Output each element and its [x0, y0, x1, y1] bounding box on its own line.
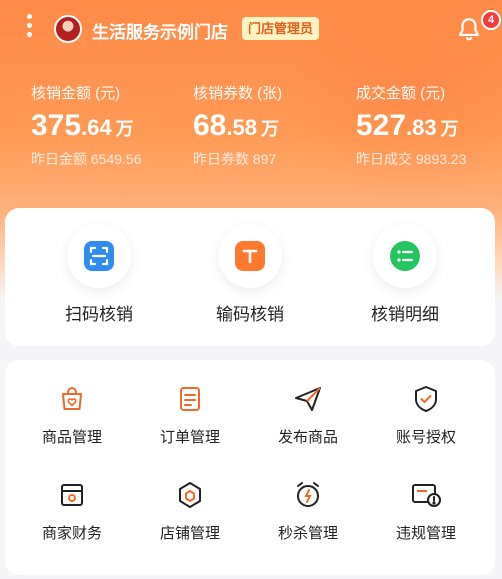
more-menu-icon[interactable]: [24, 14, 34, 44]
store-name[interactable]: 生活服务示例门店: [92, 18, 228, 43]
violation-card-icon: [409, 478, 443, 512]
stat-sub: 昨日成交 9893.23: [356, 151, 467, 167]
top-bar: 生活服务示例门店 门店管理员 4: [0, 10, 502, 48]
grid-item-violation-manage[interactable]: 违规管理: [365, 478, 487, 543]
grid-item-order-manage[interactable]: 订单管理: [129, 382, 251, 447]
grid-item-flash-sale[interactable]: 秒杀管理: [247, 478, 369, 543]
stat-sub: 昨日金额 6549.56: [31, 151, 142, 167]
grid-item-merchant-finance[interactable]: 商家财务: [11, 478, 133, 543]
stats-panel: 核销金额 (元) 375.64 万 昨日金额 6549.56 核销券数 (张) 6…: [0, 82, 502, 182]
grid-label: 秒杀管理: [277, 525, 338, 542]
alarm-clock-icon: [291, 478, 325, 512]
grid-label: 违规管理: [395, 525, 456, 542]
code-verify-button[interactable]: 输码核销: [190, 224, 310, 325]
stat-deal-amount[interactable]: 成交金额 (元) 527.83 万 昨日成交 9893.23: [356, 82, 467, 169]
quick-actions-card: 扫码核销 输码核销 核销明细: [5, 208, 495, 346]
code-verify-label: 输码核销: [216, 305, 284, 324]
keyboard-t-icon: [218, 224, 282, 288]
stat-verified-amount[interactable]: 核销金额 (元) 375.64 万 昨日金额 6549.56: [31, 82, 142, 169]
grid-label: 商品管理: [41, 429, 102, 446]
grid-item-publish-product[interactable]: 发布商品: [247, 382, 369, 447]
stat-label: 成交金额 (元): [356, 85, 446, 102]
grid-item-account-auth[interactable]: 账号授权: [365, 382, 487, 447]
notification-badge: 4: [481, 10, 501, 30]
stat-value: 527.83 万: [356, 109, 459, 142]
avatar[interactable]: [54, 15, 82, 43]
paper-plane-icon: [291, 382, 325, 416]
stat-verified-coupons[interactable]: 核销券数 (张) 68.58 万 昨日券数 897: [193, 82, 282, 169]
scan-icon: [67, 224, 131, 288]
bell-icon[interactable]: [456, 16, 482, 42]
hexagon-store-icon: [173, 478, 207, 512]
shield-check-icon: [409, 382, 443, 416]
grid-item-product-manage[interactable]: 商品管理: [11, 382, 133, 447]
grid-label: 订单管理: [159, 429, 220, 446]
scan-verify-button[interactable]: 扫码核销: [39, 224, 159, 325]
stat-label: 核销券数 (张): [193, 85, 283, 102]
shopping-bag-icon: [55, 382, 89, 416]
stat-sub: 昨日券数 897: [193, 151, 277, 167]
stat-value: 375.64 万: [31, 109, 134, 142]
grid-label: 商家财务: [41, 525, 102, 542]
scan-verify-label: 扫码核销: [65, 305, 133, 324]
stat-value: 68.58 万: [193, 109, 279, 142]
stat-label: 核销金额 (元): [31, 85, 121, 102]
role-badge: 门店管理员: [242, 17, 320, 40]
grid-item-store-manage[interactable]: 店铺管理: [129, 478, 251, 543]
verify-detail-button[interactable]: 核销明细: [345, 224, 465, 325]
finance-shop-icon: [55, 478, 89, 512]
verify-detail-label: 核销明细: [371, 305, 439, 324]
grid-label: 账号授权: [395, 429, 456, 446]
grid-label: 发布商品: [277, 429, 338, 446]
list-detail-icon: [373, 224, 437, 288]
function-grid-card: 商品管理 订单管理 发布商品 账号授权 商家财务 店铺管理 秒杀管理 违规管理: [5, 360, 495, 575]
order-list-icon: [173, 382, 207, 416]
grid-label: 店铺管理: [159, 525, 220, 542]
